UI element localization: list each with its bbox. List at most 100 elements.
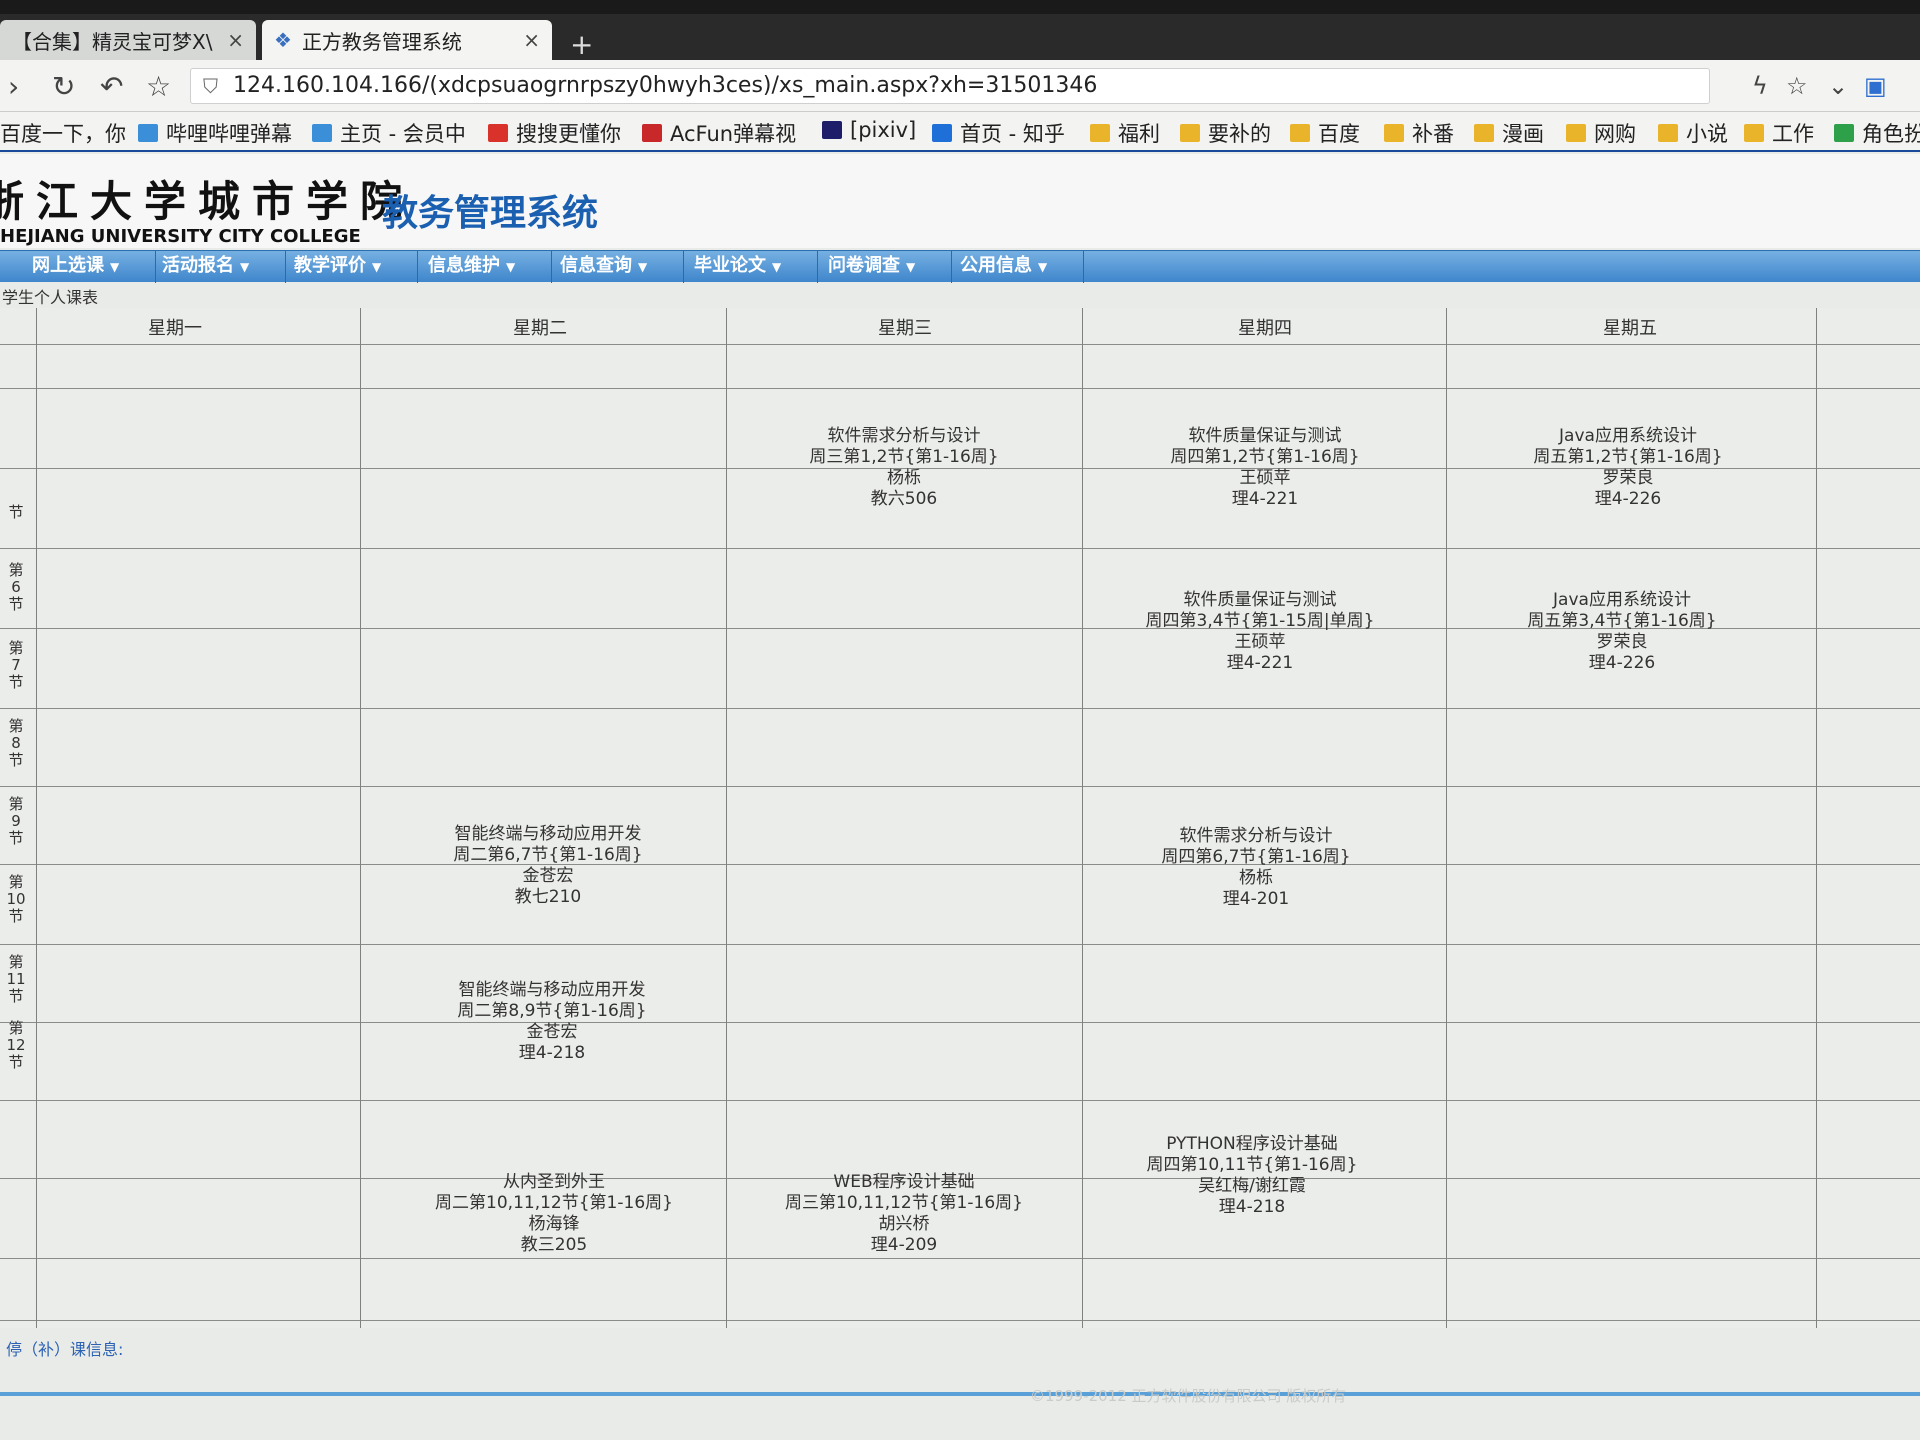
bookmark-item[interactable]: 搜搜更懂你 bbox=[488, 118, 621, 148]
tab-strip: 【合集】精灵宝可梦X\ × ❖ 正方教务管理系统 × + bbox=[0, 14, 1920, 61]
book-icon: ❖ bbox=[274, 28, 292, 52]
period-label: 第10节 bbox=[6, 873, 26, 925]
course-time: 周四第3,4节{第1-15周|单周} bbox=[1145, 611, 1375, 631]
url-input[interactable]: ⛉ 124.160.104.166/(xdcpsuaogrnrpszy0hwyh… bbox=[190, 68, 1710, 104]
bookmark-label: 小说 bbox=[1686, 122, 1728, 146]
course-cell[interactable]: 软件质量保证与测试 周四第3,4节{第1-15周|单周} 王硕苹 理4-221 bbox=[1090, 590, 1430, 674]
extension-icon[interactable]: ▣ bbox=[1864, 72, 1887, 100]
period-label: 第12节 bbox=[6, 1019, 26, 1071]
bookmark-item[interactable]: 主页 - 会员中 bbox=[312, 118, 466, 148]
course-room: 理4-218 bbox=[1218, 1197, 1286, 1217]
course-cell[interactable]: 智能终端与移动应用开发 周二第6,7节{第1-16周} 金苍宏 教七210 bbox=[378, 824, 718, 908]
course-name: 从内圣到外王 bbox=[503, 1172, 605, 1192]
course-cell[interactable]: PYTHON程序设计基础 周四第10,11节{第1-16周} 吴红梅/谢红霞 理4-2… bbox=[1082, 1134, 1422, 1218]
bilibili-icon bbox=[312, 124, 332, 142]
grid-row-line bbox=[0, 344, 1920, 345]
course-cell[interactable]: 智能终端与移动应用开发 周二第8,9节{第1-16周} 金苍宏 理4-218 bbox=[382, 980, 722, 1064]
course-teacher: 王硕苹 bbox=[1239, 468, 1291, 488]
menu-label: 教学评价 bbox=[294, 255, 366, 276]
bookmark-item[interactable]: 百度 bbox=[1290, 118, 1360, 148]
bookmark-item[interactable]: 小说 bbox=[1658, 118, 1728, 148]
menu-item[interactable]: 问卷调查 ▼ bbox=[820, 251, 952, 283]
course-teacher: 杨栎 bbox=[1239, 868, 1273, 888]
lightning-icon[interactable]: ϟ bbox=[1752, 72, 1768, 100]
course-cell[interactable]: 软件需求分析与设计 周四第6,7节{第1-16周} 杨栎 理4-201 bbox=[1086, 826, 1426, 910]
bookmark-item[interactable]: 首页 - 知乎 bbox=[932, 118, 1065, 148]
course-room: 理4-218 bbox=[518, 1043, 586, 1063]
bookmark-label: 首页 - 知乎 bbox=[960, 122, 1065, 146]
menu-item[interactable]: 公用信息 ▼ bbox=[952, 251, 1084, 283]
folder-icon bbox=[1566, 124, 1586, 142]
course-room: 理4-221 bbox=[1231, 489, 1299, 509]
soso-icon bbox=[488, 124, 508, 142]
close-icon[interactable]: × bbox=[523, 28, 540, 52]
bookmark-item[interactable]: 百度一下，你 bbox=[0, 118, 126, 148]
course-cell[interactable]: 软件需求分析与设计 周三第1,2节{第1-16周} 杨栎 教六506 bbox=[734, 426, 1074, 510]
close-icon[interactable]: × bbox=[227, 28, 244, 52]
bookmark-item[interactable]: [pixiv] bbox=[822, 118, 916, 142]
tab-jwgl[interactable]: ❖ 正方教务管理系统 × bbox=[262, 20, 552, 60]
course-teacher: 胡兴桥 bbox=[878, 1214, 930, 1234]
grid-col-line bbox=[36, 308, 37, 1328]
menu-item[interactable]: 信息维护 ▼ bbox=[420, 251, 552, 283]
bookmark-item[interactable]: 补番 bbox=[1384, 118, 1454, 148]
course-name: PYTHON程序设计基础 bbox=[1166, 1134, 1338, 1154]
grid-col-line bbox=[1446, 308, 1447, 1328]
menu-label: 问卷调查 bbox=[828, 255, 900, 276]
day-header: 星期一 bbox=[148, 318, 202, 339]
bookmark-item[interactable]: 哔哩哔哩弹幕 bbox=[138, 118, 292, 148]
bilibili-icon bbox=[138, 124, 158, 142]
menu-item[interactable]: 网上选课 ▼ bbox=[24, 251, 156, 283]
bookmark-item[interactable]: 网购 bbox=[1566, 118, 1636, 148]
acfun-icon bbox=[642, 124, 662, 142]
bookmark-item[interactable]: AcFun弹幕视 bbox=[642, 118, 796, 148]
menu-item[interactable]: 教学评价 ▼ bbox=[286, 251, 418, 283]
grid-row-line bbox=[0, 1022, 1920, 1023]
grid-row-line bbox=[0, 786, 1920, 787]
course-cell[interactable]: Java应用系统设计 周五第3,4节{第1-16周} 罗荣良 理4-226 bbox=[1452, 590, 1792, 674]
bookmark-label: 网购 bbox=[1594, 122, 1636, 146]
course-cell[interactable]: 从内圣到外王 周二第10,11,12节{第1-16周} 杨海锋 教三205 bbox=[384, 1172, 724, 1256]
new-tab-button[interactable]: + bbox=[570, 28, 593, 61]
course-time: 周二第6,7节{第1-16周} bbox=[453, 845, 643, 865]
grid-row-line bbox=[0, 944, 1920, 945]
course-room: 理4-226 bbox=[1588, 653, 1656, 673]
suspension-notice: 停（补）课信息: bbox=[6, 1340, 124, 1359]
bookmark-item[interactable]: 漫画 bbox=[1474, 118, 1544, 148]
undo-icon[interactable]: ↶ bbox=[100, 70, 123, 103]
bookmark-item[interactable]: 要补的 bbox=[1180, 118, 1271, 148]
bookmark-label: [pixiv] bbox=[850, 118, 917, 142]
course-cell[interactable]: 软件质量保证与测试 周四第1,2节{第1-16周} 王硕苹 理4-221 bbox=[1095, 426, 1435, 510]
bookmark-item[interactable]: 福利 bbox=[1090, 118, 1160, 148]
menu-label: 毕业论文 bbox=[694, 255, 766, 276]
grid-row-line bbox=[0, 1320, 1920, 1321]
bookmark-item[interactable]: 工作 bbox=[1744, 118, 1814, 148]
day-header: 星期二 bbox=[513, 318, 567, 339]
course-cell[interactable]: Java应用系统设计 周五第1,2节{第1-16周} 罗荣良 理4-226 bbox=[1458, 426, 1798, 510]
caret-down-icon: ▼ bbox=[772, 260, 782, 274]
course-name: Java应用系统设计 bbox=[1559, 426, 1697, 446]
bookmark-item[interactable]: 角色扮 bbox=[1834, 118, 1920, 148]
menu-item[interactable]: 毕业论文 ▼ bbox=[686, 251, 818, 283]
menu-label: 信息维护 bbox=[428, 255, 500, 276]
tab-bilibili[interactable]: 【合集】精灵宝可梦X\ × bbox=[0, 20, 256, 60]
bookmarks-bar: 百度一下，你 哔哩哔哩弹幕 主页 - 会员中 搜搜更懂你 AcFun弹幕视 [pixiv]… bbox=[0, 112, 1920, 152]
reload-icon[interactable]: ↻ bbox=[52, 70, 75, 103]
menu-item[interactable]: 活动报名 ▼ bbox=[154, 251, 286, 283]
grid-row-line bbox=[0, 864, 1920, 865]
star-icon[interactable]: ☆ bbox=[146, 70, 171, 103]
course-name: WEB程序设计基础 bbox=[833, 1172, 975, 1192]
forward-icon[interactable]: › bbox=[8, 70, 19, 103]
grid-row-line bbox=[0, 388, 1920, 389]
caret-down-icon: ▼ bbox=[506, 260, 516, 274]
course-cell[interactable]: WEB程序设计基础 周三第10,11,12节{第1-16周} 胡兴桥 理4-209 bbox=[734, 1172, 1074, 1256]
pixiv-icon bbox=[822, 121, 842, 139]
site-header: 浙江大学城市学院 HEJIANG UNIVERSITY CITY COLLEGE… bbox=[0, 154, 1920, 248]
bookmark-label: 要补的 bbox=[1208, 122, 1271, 146]
school-logo: 浙江大学城市学院 bbox=[0, 177, 415, 226]
zhihu-icon bbox=[932, 124, 952, 142]
bookmark-star-icon[interactable]: ☆ bbox=[1786, 72, 1808, 100]
menu-item[interactable]: 信息查询 ▼ bbox=[552, 251, 684, 283]
chevron-down-icon[interactable]: ⌄ bbox=[1828, 72, 1848, 100]
tab-title: 正方教务管理系统 bbox=[301, 29, 462, 54]
